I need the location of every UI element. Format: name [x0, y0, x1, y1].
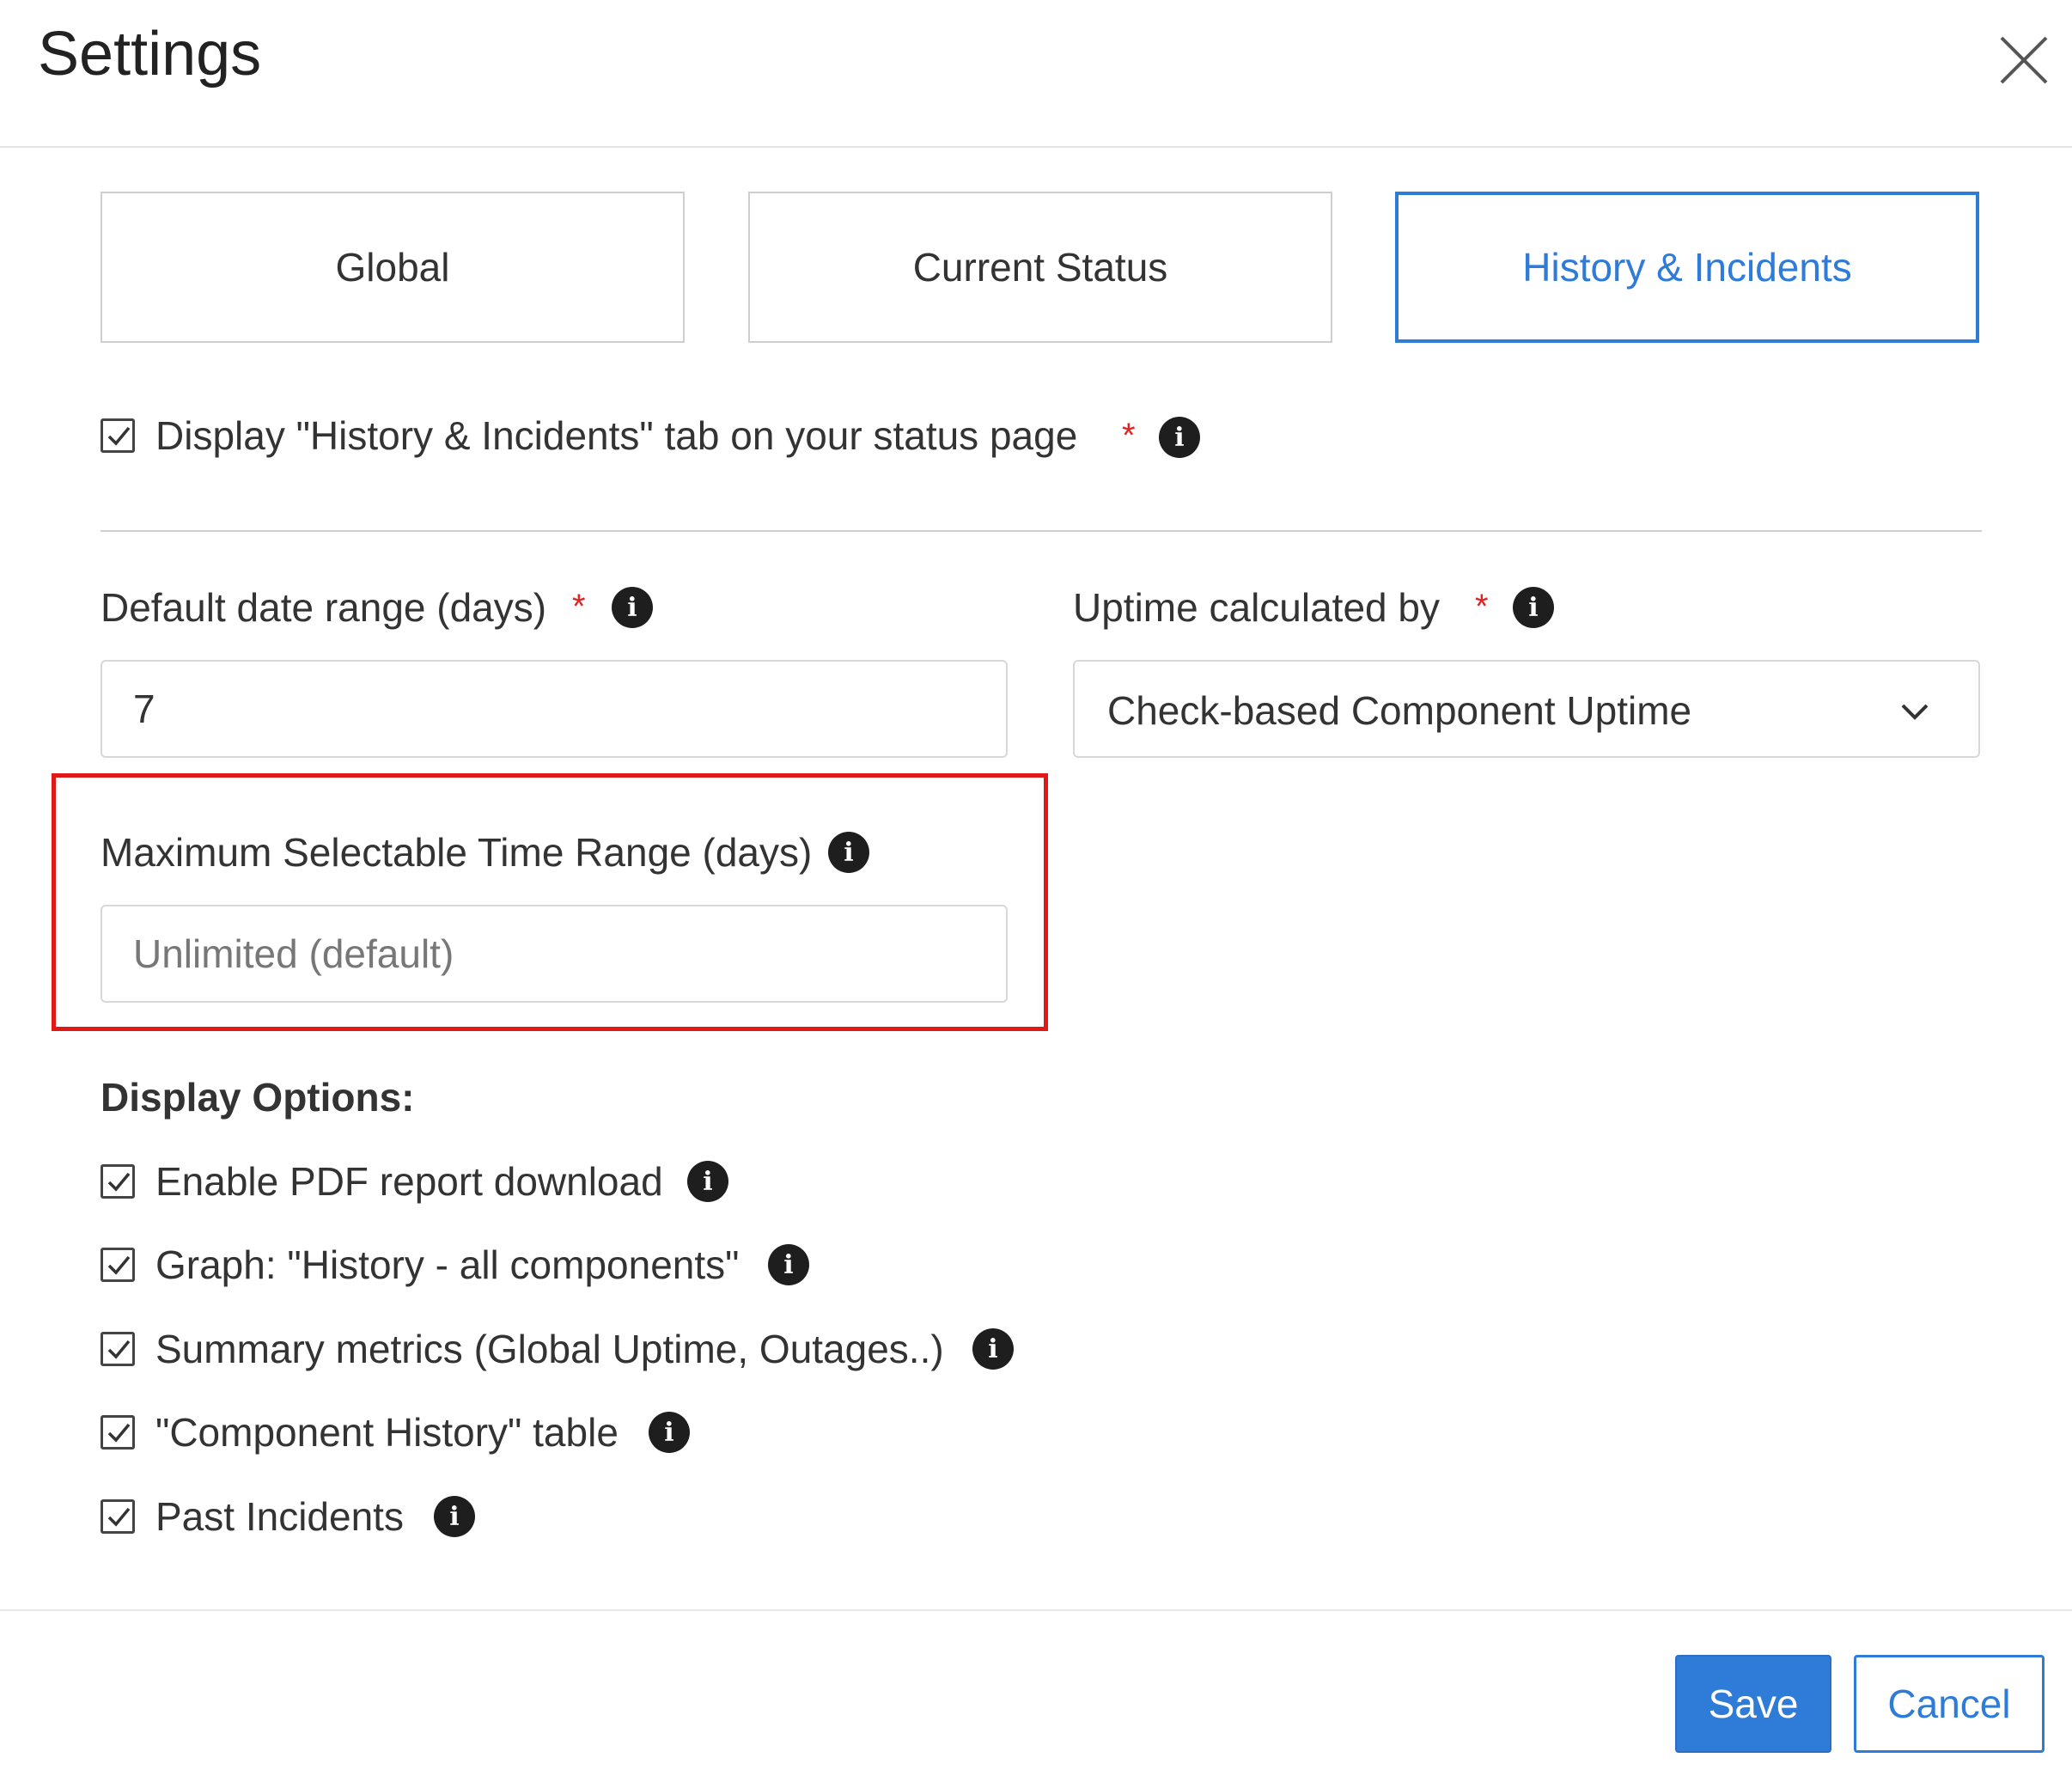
- checkmark-icon: [107, 426, 131, 446]
- checkmark-icon: [107, 1255, 131, 1275]
- required-asterisk: *: [1475, 588, 1489, 626]
- display-tab-label: Display "History & Incidents" tab on you…: [155, 413, 1078, 458]
- dialog-title: Settings: [38, 20, 262, 88]
- info-icon[interactable]: i: [828, 832, 869, 873]
- footer-divider: [0, 1609, 2072, 1611]
- option-label-graph: Graph: "History - all components": [155, 1242, 740, 1287]
- info-icon[interactable]: i: [687, 1161, 728, 1202]
- display-options-title: Display Options:: [101, 1075, 415, 1120]
- checkmark-icon: [107, 1507, 131, 1527]
- close-icon[interactable]: [1990, 26, 2058, 95]
- tab-history-incidents[interactable]: History & Incidents: [1395, 192, 1979, 343]
- uptime-select-value: Check-based Component Uptime: [1107, 688, 1692, 733]
- required-asterisk: *: [1122, 417, 1136, 455]
- cancel-button[interactable]: Cancel: [1854, 1655, 2045, 1753]
- option-checkbox-pdf[interactable]: [101, 1164, 135, 1199]
- checkmark-icon: [107, 1340, 131, 1359]
- dialog-header: Settings: [0, 0, 2072, 148]
- info-icon[interactable]: i: [612, 587, 653, 628]
- display-tab-checkbox[interactable]: [101, 418, 135, 453]
- option-label-pdf: Enable PDF report download: [155, 1159, 663, 1204]
- info-icon[interactable]: i: [1159, 417, 1200, 458]
- option-checkbox-graph[interactable]: [101, 1248, 135, 1282]
- info-icon[interactable]: i: [1513, 587, 1554, 628]
- option-label-summary: Summary metrics (Global Uptime, Outages.…: [155, 1327, 944, 1371]
- required-asterisk: *: [572, 588, 586, 626]
- info-icon[interactable]: i: [972, 1328, 1014, 1370]
- tab-current-status[interactable]: Current Status: [748, 192, 1332, 343]
- tab-global[interactable]: Global: [101, 192, 685, 343]
- option-checkbox-component-history[interactable]: [101, 1415, 135, 1450]
- info-icon[interactable]: i: [768, 1244, 809, 1285]
- option-checkbox-summary[interactable]: [101, 1332, 135, 1366]
- info-icon[interactable]: i: [649, 1412, 690, 1453]
- date-range-label: Default date range (days): [101, 585, 547, 630]
- checkmark-icon: [107, 1423, 131, 1443]
- max-range-label: Maximum Selectable Time Range (days): [101, 830, 813, 875]
- info-icon[interactable]: i: [434, 1496, 475, 1537]
- option-label-past-incidents: Past Incidents: [155, 1494, 404, 1539]
- uptime-select[interactable]: Check-based Component Uptime: [1073, 660, 1980, 758]
- save-button[interactable]: Save: [1675, 1655, 1831, 1753]
- option-label-component-history: "Component History" table: [155, 1410, 619, 1455]
- date-range-input[interactable]: [101, 660, 1008, 758]
- uptime-label: Uptime calculated by: [1073, 585, 1440, 630]
- checkmark-icon: [107, 1172, 131, 1192]
- divider: [101, 530, 1982, 532]
- chevron-down-icon: [1901, 704, 1929, 720]
- option-checkbox-past-incidents[interactable]: [101, 1499, 135, 1534]
- max-range-input[interactable]: [101, 905, 1008, 1003]
